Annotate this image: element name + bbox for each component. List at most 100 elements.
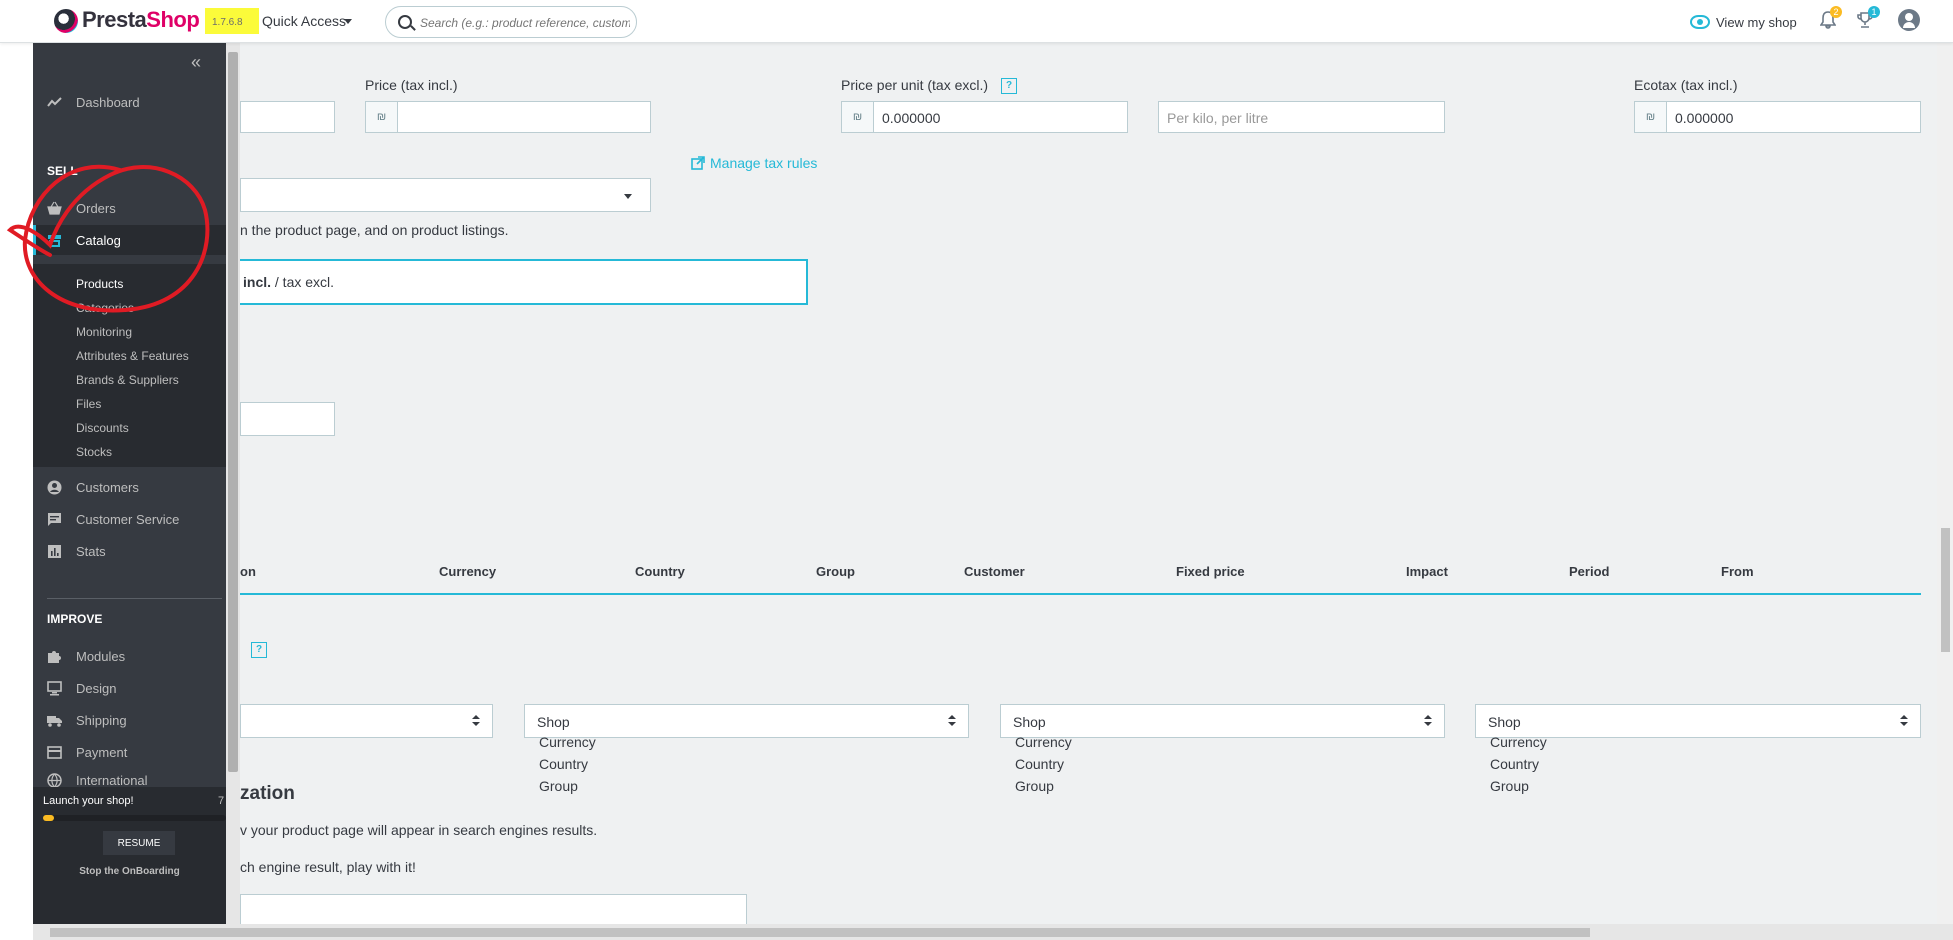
sidebar-item-label: Catalog	[76, 232, 121, 248]
tax-rule-select[interactable]	[240, 178, 651, 212]
sidebar-item-international[interactable]: International	[33, 769, 226, 787]
product-pricing-form: Price (tax incl.) ₪ Price per unit (tax …	[240, 42, 1937, 924]
submenu-categories[interactable]: Categories	[76, 301, 134, 315]
sidebar-item-label: Customer Service	[76, 511, 180, 527]
unit-input[interactable]: Per kilo, per litre	[1158, 101, 1445, 133]
page-horizontal-scrollbar-thumb[interactable]	[50, 928, 1590, 937]
priority-option-group[interactable]: Group	[1490, 778, 1529, 794]
page-horizontal-scrollbar[interactable]	[33, 924, 1953, 940]
stop-onboarding-link[interactable]: Stop the OnBoarding	[33, 866, 226, 877]
search-input[interactable]	[418, 13, 632, 33]
user-account-icon[interactable]	[1898, 9, 1920, 31]
sidebar-scrollbar[interactable]	[226, 42, 240, 924]
onboarding-title: Launch your shop!	[43, 795, 134, 807]
ecotax-input[interactable]: ₪ 0.000000	[1634, 101, 1921, 133]
submenu-discounts[interactable]: Discounts	[76, 421, 129, 435]
submenu-products[interactable]: Products	[76, 277, 123, 291]
submenu-brands-suppliers[interactable]: Brands & Suppliers	[76, 373, 179, 387]
seo-section-title: zation	[240, 783, 295, 804]
eye-icon	[1690, 15, 1710, 29]
manage-tax-rules-link[interactable]: Manage tax rules	[691, 155, 817, 171]
currency-addon: ₪	[366, 102, 398, 132]
table-header-country: Country	[635, 564, 685, 579]
priority-option-group[interactable]: Group	[1015, 778, 1054, 794]
view-my-shop-link[interactable]: View my shop	[1690, 11, 1797, 33]
price-tax-excl-input[interactable]	[240, 101, 335, 133]
trophy-badge: 1	[1868, 6, 1880, 18]
sidebar-item-dashboard[interactable]: Dashboard	[33, 87, 226, 117]
select-arrows-icon	[1900, 715, 1908, 727]
version-label: 1.7.6.8	[212, 17, 243, 28]
currency-addon: ₪	[842, 102, 874, 132]
sidebar-item-customer-service[interactable]: Customer Service	[33, 504, 226, 534]
submenu-stocks[interactable]: Stocks	[76, 445, 112, 459]
tax-mode-text: incl. / tax excl.	[243, 274, 334, 290]
currency-addon: ₪	[1635, 102, 1667, 132]
unit-price-input[interactable]	[240, 402, 335, 436]
sidebar-item-customers[interactable]: Customers	[33, 472, 226, 502]
priority-option-group[interactable]: Group	[539, 778, 578, 794]
priority-select-1[interactable]	[240, 704, 493, 738]
sidebar-divider	[47, 598, 222, 599]
priority-select-value: Shop	[1013, 714, 1046, 730]
prestashop-logo[interactable]: PrestaShop	[82, 7, 200, 33]
priority-select-2[interactable]: Shop	[524, 704, 969, 738]
table-header-underline	[240, 593, 1921, 595]
onboarding-panel: Launch your shop! 7 RESUME Stop the OnBo…	[33, 787, 226, 924]
submenu-files[interactable]: Files	[76, 397, 101, 411]
priority-select-4[interactable]: Shop	[1475, 704, 1921, 738]
sidebar-item-payment[interactable]: Payment	[33, 737, 226, 767]
table-header-customer: Customer	[964, 564, 1025, 579]
submenu-monitoring[interactable]: Monitoring	[76, 325, 132, 339]
price-per-unit-input[interactable]: ₪ 0.000000	[841, 101, 1128, 133]
sidebar-item-design[interactable]: Design	[33, 673, 226, 703]
priority-option-currency[interactable]: Currency	[539, 734, 596, 750]
submenu-attributes-features[interactable]: Attributes & Features	[76, 349, 189, 363]
tax-mode-toggle[interactable]: incl. / tax excl.	[240, 259, 808, 305]
search-box[interactable]	[385, 6, 637, 38]
logo-shop-text: Shop	[146, 7, 200, 32]
sidebar: « Dashboard SELL Orders Catalog Products…	[33, 42, 226, 924]
trophy-icon[interactable]: 1	[1856, 6, 1880, 29]
sidebar-item-stats[interactable]: Stats	[33, 536, 226, 566]
desktop-icon	[47, 680, 62, 695]
ecotax-value: 0.000000	[1675, 110, 1734, 126]
sidebar-item-orders[interactable]: Orders	[33, 193, 226, 223]
sidebar-scrollbar-thumb[interactable]	[228, 52, 238, 772]
table-header-impact: Impact	[1406, 564, 1448, 579]
sidebar-item-shipping[interactable]: Shipping	[33, 705, 226, 735]
sidebar-item-catalog[interactable]: Catalog	[33, 225, 226, 255]
price-tax-incl-input[interactable]: ₪	[365, 101, 651, 133]
help-icon[interactable]: ?	[1001, 78, 1017, 94]
prestashop-logo-icon[interactable]	[54, 9, 78, 33]
sidebar-item-modules[interactable]: Modules	[33, 641, 226, 671]
page-vertical-scrollbar[interactable]	[1937, 42, 1953, 924]
chevron-down-icon[interactable]	[344, 19, 352, 24]
seo-description-2: ch engine result, play with it!	[240, 859, 416, 875]
bar-chart-icon	[48, 544, 61, 558]
price-tax-incl-label: Price (tax incl.)	[365, 77, 458, 93]
price-per-unit-label: Price per unit (tax excl.)	[841, 77, 989, 93]
help-icon[interactable]: ?	[251, 642, 267, 658]
basket-icon	[47, 201, 62, 215]
priority-option-country[interactable]: Country	[1015, 756, 1064, 772]
priority-option-country[interactable]: Country	[1490, 756, 1539, 772]
table-header-period: Period	[1569, 564, 1610, 579]
view-my-shop-label: View my shop	[1716, 14, 1797, 30]
priority-select-3[interactable]: Shop	[1000, 704, 1445, 738]
priority-option-country[interactable]: Country	[539, 756, 588, 772]
seo-preview-box[interactable]	[240, 894, 747, 924]
sidebar-item-label: Modules	[76, 648, 126, 664]
page-vertical-scrollbar-thumb[interactable]	[1941, 528, 1950, 652]
sidebar-item-label: Customers	[76, 479, 139, 495]
search-icon[interactable]	[398, 15, 412, 29]
sidebar-item-label: Payment	[76, 744, 128, 760]
price-per-unit-value: 0.000000	[882, 110, 941, 126]
quick-access-dropdown[interactable]: Quick Access	[262, 13, 346, 29]
collapse-sidebar-icon[interactable]: «	[191, 52, 201, 73]
priority-option-currency[interactable]: Currency	[1490, 734, 1547, 750]
notifications-bell-icon[interactable]: 2	[1819, 6, 1842, 29]
resume-button[interactable]: RESUME	[103, 831, 175, 855]
priority-option-currency[interactable]: Currency	[1015, 734, 1072, 750]
sidebar-item-label: Dashboard	[76, 94, 140, 110]
